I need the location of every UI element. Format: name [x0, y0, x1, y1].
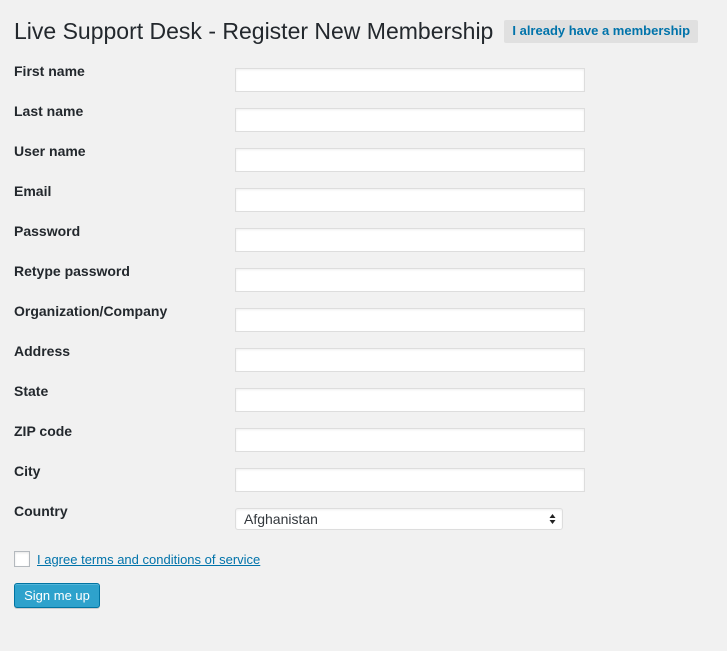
country-selected-value: Afghanistan — [244, 511, 318, 527]
page-header: Live Support Desk - Register New Members… — [14, 14, 699, 48]
password-label: Password — [14, 223, 81, 239]
first-name-label: First name — [14, 63, 85, 79]
zip-code-input[interactable] — [235, 428, 585, 452]
field-row-zip-code: ZIP code — [0, 423, 727, 452]
first-name-input[interactable] — [235, 68, 585, 92]
user-name-input[interactable] — [235, 148, 585, 172]
country-label: Country — [14, 503, 68, 519]
state-label: State — [14, 383, 49, 399]
field-row-password: Password — [0, 223, 727, 252]
password-input[interactable] — [235, 228, 585, 252]
field-row-email: Email — [0, 183, 727, 212]
already-member-button[interactable]: I already have a membership — [504, 19, 699, 43]
field-row-address: Address — [0, 343, 727, 372]
organization-label: Organization/Company — [14, 303, 168, 319]
field-row-city: City — [0, 463, 727, 492]
state-input[interactable] — [235, 388, 585, 412]
terms-link[interactable]: I agree terms and conditions of service — [37, 552, 260, 567]
field-row-organization: Organization/Company — [0, 303, 727, 332]
zip-code-label: ZIP code — [14, 423, 73, 439]
city-input[interactable] — [235, 468, 585, 492]
email-label: Email — [14, 183, 52, 199]
terms-checkbox[interactable] — [14, 551, 30, 567]
terms-row: I agree terms and conditions of service — [14, 551, 260, 567]
select-arrows-icon — [549, 514, 556, 524]
organization-input[interactable] — [235, 308, 585, 332]
page-title: Live Support Desk - Register New Members… — [14, 18, 494, 44]
email-input[interactable] — [235, 188, 585, 212]
field-row-last-name: Last name — [0, 103, 727, 132]
field-row-user-name: User name — [0, 143, 727, 172]
field-row-country: Country Afghanistan — [0, 503, 727, 532]
address-label: Address — [14, 343, 71, 359]
last-name-label: Last name — [14, 103, 84, 119]
user-name-label: User name — [14, 143, 86, 159]
retype-password-input[interactable] — [235, 268, 585, 292]
retype-password-label: Retype password — [14, 263, 130, 279]
city-label: City — [14, 463, 41, 479]
address-input[interactable] — [235, 348, 585, 372]
field-row-retype-password: Retype password — [0, 263, 727, 292]
field-row-first-name: First name — [0, 63, 727, 92]
last-name-input[interactable] — [235, 108, 585, 132]
field-row-state: State — [0, 383, 727, 412]
sign-up-button[interactable]: Sign me up — [14, 583, 100, 608]
country-select[interactable]: Afghanistan — [235, 508, 563, 530]
